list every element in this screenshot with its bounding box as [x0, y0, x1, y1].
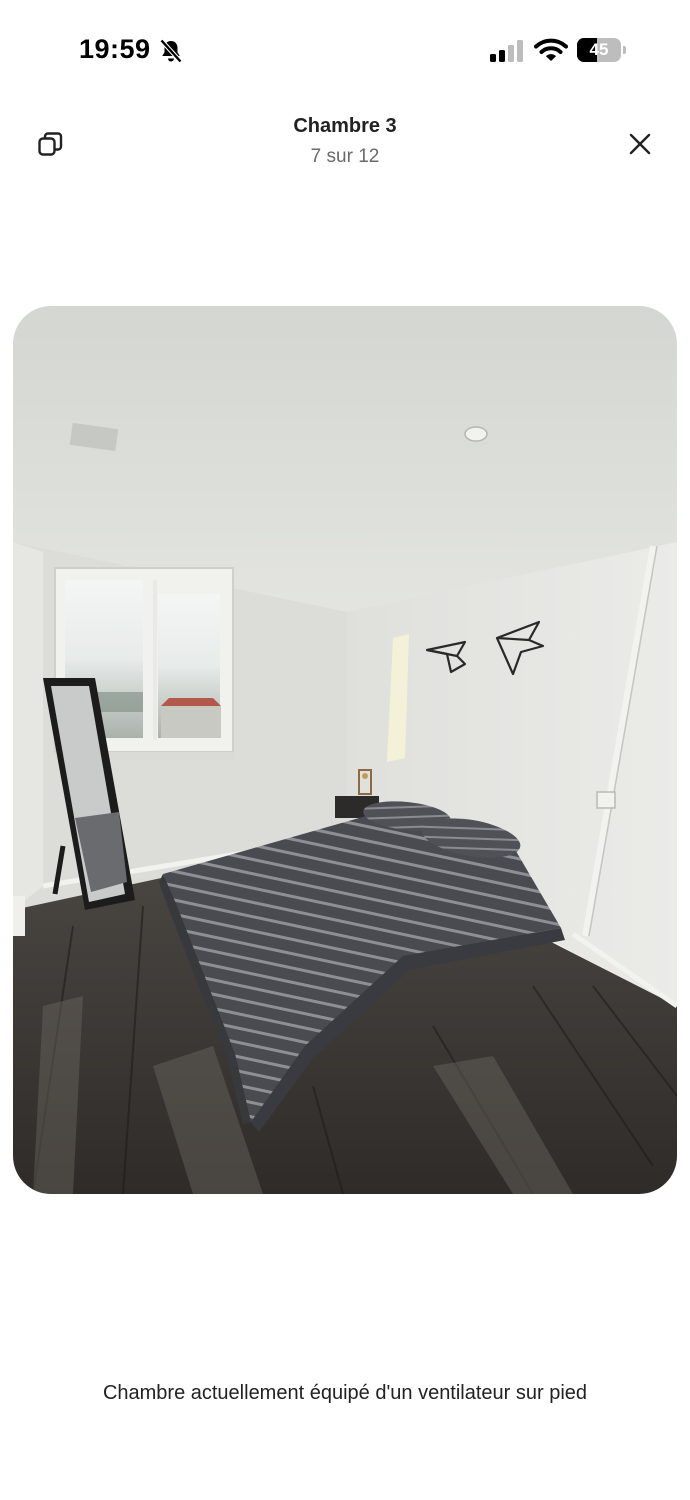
battery-icon: 45 — [577, 38, 627, 62]
status-time: 19:59 — [79, 34, 151, 64]
photo-header: Chambre 3 7 sur 12 — [0, 100, 690, 190]
close-button[interactable] — [620, 124, 660, 164]
room-photo[interactable] — [13, 306, 677, 1194]
page-title: Chambre 3 — [293, 115, 397, 137]
photo-caption: Chambre actuellement équipé d'un ventila… — [102, 1382, 588, 1404]
wifi-icon — [534, 38, 568, 61]
close-icon — [629, 133, 651, 155]
bell-slash-icon — [159, 38, 183, 64]
battery-level: 45 — [589, 40, 609, 59]
status-bar: 19:59 45 — [0, 0, 690, 100]
photo-counter: 7 sur 12 — [310, 146, 380, 167]
cellular-signal-icon — [490, 40, 523, 62]
